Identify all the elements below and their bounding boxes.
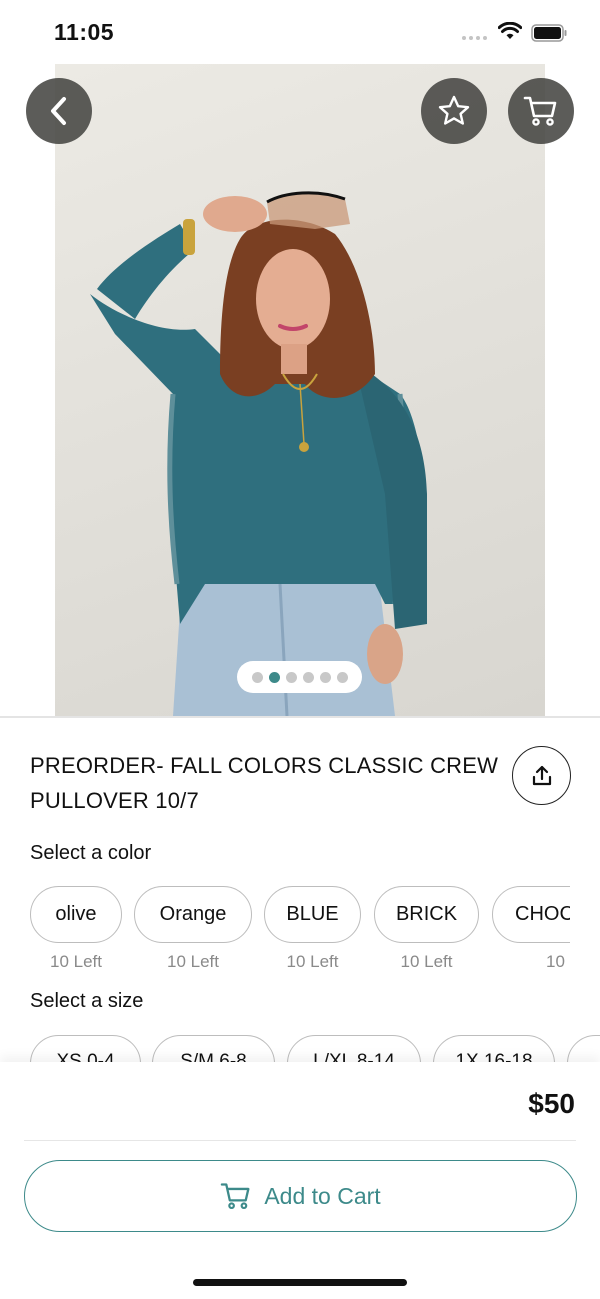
divider xyxy=(0,716,600,718)
status-bar: 11:05 xyxy=(0,0,600,64)
product-title-line: PREORDER- FALL COLORS CLASSIC CREW xyxy=(30,753,499,778)
wifi-icon xyxy=(498,22,522,39)
signal-icon xyxy=(462,36,487,40)
product-title-line: PULLOVER 10/7 xyxy=(30,788,199,813)
add-to-cart-label: Add to Cart xyxy=(264,1182,381,1209)
stock-count: 10 Left xyxy=(50,952,102,971)
color-chip-brick[interactable]: BRICK xyxy=(374,886,479,943)
color-section-label: Select a color xyxy=(30,842,152,864)
color-chip-orange[interactable]: Orange xyxy=(134,886,252,943)
product-title: PREORDER- FALL COLORS CLASSIC CREW PULLO… xyxy=(30,748,500,818)
color-chip-blue[interactable]: BLUE xyxy=(264,886,361,943)
add-to-cart-button[interactable]: Add to Cart xyxy=(24,1160,577,1232)
pager-dot[interactable] xyxy=(319,671,331,683)
size-chip[interactable]: S/M 6-8 xyxy=(152,1035,275,1063)
product-price: $50 xyxy=(528,1088,575,1119)
stock-count: 10 Left xyxy=(286,952,339,971)
pager-dot[interactable] xyxy=(285,671,297,683)
favorite-button[interactable] xyxy=(421,78,487,144)
size-chip-partial[interactable] xyxy=(567,1035,600,1063)
pager-dot[interactable] xyxy=(251,671,263,683)
color-options: olive 10 Left Orange 10 Left BLUE 10 Lef… xyxy=(30,886,570,976)
product-photo xyxy=(55,64,545,716)
color-chip-olive[interactable]: olive xyxy=(30,886,122,943)
share-icon xyxy=(532,765,551,785)
gallery-pager xyxy=(237,661,362,693)
stock-count: 10 Left xyxy=(400,952,453,971)
stock-count: 10 xyxy=(546,952,565,971)
divider xyxy=(24,1140,576,1141)
size-section-label: Select a size xyxy=(30,990,144,1012)
pager-dot-active[interactable] xyxy=(268,671,280,683)
back-button[interactable] xyxy=(26,78,92,144)
pager-dot[interactable] xyxy=(336,671,348,683)
cart-icon xyxy=(221,1183,250,1210)
chevron-left-icon xyxy=(51,97,66,125)
size-chip[interactable]: XS 0-4 xyxy=(30,1035,141,1063)
color-chip-choc[interactable]: CHOC xyxy=(492,886,570,943)
size-chip[interactable]: L/XL 8-14 xyxy=(287,1035,421,1063)
product-gallery[interactable] xyxy=(0,64,600,716)
status-time: 11:05 xyxy=(54,19,115,45)
battery-icon xyxy=(531,24,567,42)
stock-count: 10 Left xyxy=(167,952,219,971)
home-indicator[interactable] xyxy=(193,1279,407,1286)
cart-button[interactable] xyxy=(508,78,574,144)
share-button[interactable] xyxy=(512,746,571,805)
star-icon xyxy=(438,95,470,125)
cart-icon xyxy=(523,96,557,126)
size-chip[interactable]: 1X 16-18 xyxy=(433,1035,555,1063)
pager-dot[interactable] xyxy=(302,671,314,683)
size-options: XS 0-4 S/M 6-8 L/XL 8-14 1X 16-18 xyxy=(30,1035,600,1063)
